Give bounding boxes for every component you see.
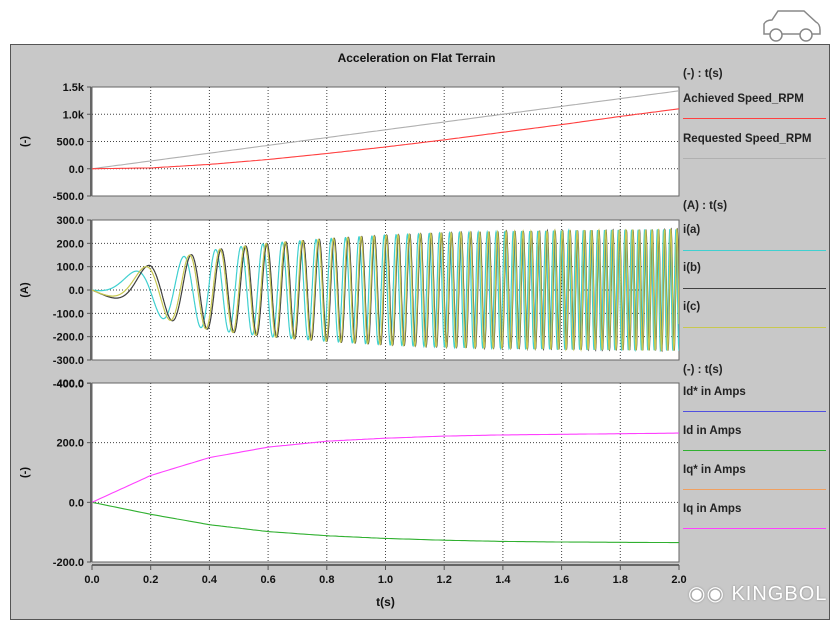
legend-entry[interactable]: Id in Amps <box>683 425 741 437</box>
legend-entry[interactable]: i(b) <box>683 262 701 274</box>
legend-header: (A) : t(s) <box>683 200 728 212</box>
plot-background <box>91 382 680 563</box>
y-tick-label: -200.0 <box>53 557 84 569</box>
legend-swatch <box>683 327 826 328</box>
y-tick-label: 200.0 <box>56 238 84 250</box>
x-tick-label: 0.4 <box>202 574 218 586</box>
legend-entry[interactable]: i(c) <box>683 301 700 313</box>
y-axis-label: (-) <box>19 467 31 478</box>
watermark: ◉◉ KINGBOL <box>688 583 828 605</box>
y-axis-label: (-) <box>19 136 31 147</box>
x-tick-label: 0.2 <box>143 574 158 586</box>
x-tick-label: 1.0 <box>378 574 393 586</box>
y-tick-label: 100.0 <box>56 262 84 274</box>
x-tick-label: 0.8 <box>319 574 334 586</box>
legend-swatch <box>683 288 826 289</box>
x-tick-label: 0.6 <box>260 574 275 586</box>
legend-swatch <box>683 411 826 412</box>
y-tick-label: 500.0 <box>56 137 84 149</box>
legend-entry[interactable]: Id* in Amps <box>683 386 746 398</box>
y-tick-label: -200.0 <box>53 332 84 344</box>
x-tick-label: 1.8 <box>613 574 628 586</box>
legend-swatch <box>683 118 826 119</box>
x-tick-label: 1.2 <box>437 574 452 586</box>
y-tick-label: 0.0 <box>69 497 84 509</box>
y-tick-label: 1.0k <box>63 109 85 121</box>
y-tick-label: 200.0 <box>56 438 84 450</box>
x-tick-label: 1.4 <box>495 574 511 586</box>
y-tick-label: 400.0 <box>56 378 84 390</box>
legend-entry[interactable]: i(a) <box>683 224 700 236</box>
x-axis-label: t(s) <box>376 595 395 609</box>
y-tick-label: -500.0 <box>53 191 84 203</box>
y-tick-label: 1.5k <box>63 82 85 94</box>
legend-swatch <box>683 450 826 451</box>
legend-swatch <box>683 489 826 490</box>
y-tick-label: -300.0 <box>53 355 84 367</box>
x-tick-label: 1.6 <box>554 574 569 586</box>
y-tick-label: 0.0 <box>69 164 84 176</box>
x-tick-label: 0.0 <box>84 574 99 586</box>
y-tick-label: 0.0 <box>69 285 84 297</box>
legend-header: (-) : t(s) <box>683 364 723 376</box>
x-tick-label: 2.0 <box>671 574 686 586</box>
legend-swatch <box>683 528 826 529</box>
wechat-icon: ◉◉ <box>688 583 725 605</box>
y-tick-label: 300.0 <box>56 215 84 227</box>
legend-entry[interactable]: Achieved Speed_RPM <box>683 93 804 105</box>
legend-swatch <box>683 250 826 251</box>
legend-header: (-) : t(s) <box>683 68 723 80</box>
y-tick-label: -100.0 <box>53 308 84 320</box>
legend-entry[interactable]: Requested Speed_RPM <box>683 133 811 145</box>
legend-entry[interactable]: Iq* in Amps <box>683 464 746 476</box>
legend-swatch <box>683 158 826 159</box>
legend-entry[interactable]: Iq in Amps <box>683 503 741 515</box>
y-axis-label: (A) <box>19 282 31 298</box>
